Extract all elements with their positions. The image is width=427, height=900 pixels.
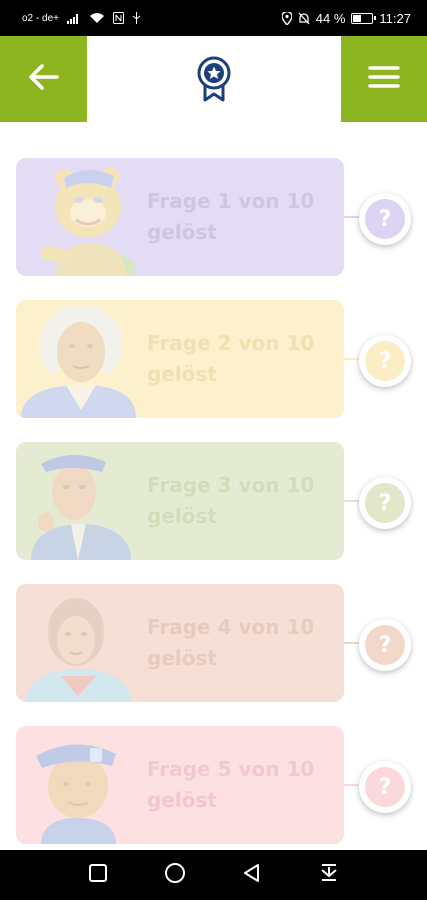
status-bar: o2 - de+ 44 % 11:27 bbox=[0, 0, 427, 36]
status-right: 44 % 11:27 bbox=[281, 10, 411, 26]
mute-bell-icon bbox=[298, 12, 310, 25]
boy-character-avatar bbox=[36, 744, 116, 844]
quiz-status-text: gelöst bbox=[147, 362, 217, 386]
quiz-card-label: Frage 3 von 10 gelöst bbox=[147, 470, 337, 532]
quiz-card[interactable]: Frage 2 von 10 gelöst bbox=[16, 300, 344, 418]
question-mark-icon: ? bbox=[365, 483, 405, 523]
square-icon bbox=[89, 864, 108, 886]
notification-pull-button[interactable] bbox=[309, 855, 349, 895]
quiz-card[interactable]: Frage 5 von 10 gelöst bbox=[16, 726, 344, 844]
award-logo bbox=[196, 56, 232, 106]
system-nav-bar bbox=[0, 850, 427, 900]
usb-icon bbox=[132, 12, 141, 24]
quiz-progress-text: Frage 2 von 10 bbox=[147, 331, 315, 355]
quiz-card-label: Frage 4 von 10 gelöst bbox=[147, 612, 337, 674]
pull-down-icon bbox=[319, 863, 339, 887]
recents-button[interactable] bbox=[78, 855, 118, 895]
signal-icon bbox=[66, 13, 81, 24]
clock: 11:27 bbox=[379, 10, 411, 26]
quiz-status-text: gelöst bbox=[147, 788, 217, 812]
app-header bbox=[0, 36, 427, 122]
system-back-button[interactable] bbox=[232, 855, 272, 895]
circle-icon bbox=[164, 862, 186, 888]
home-button[interactable] bbox=[155, 855, 195, 895]
nfc-icon bbox=[112, 12, 124, 24]
quiz-status-text: gelöst bbox=[147, 504, 217, 528]
question-badge[interactable]: ? bbox=[359, 477, 411, 529]
question-badge[interactable]: ? bbox=[359, 335, 411, 387]
triangle-back-icon bbox=[242, 863, 262, 887]
quiz-card[interactable]: Frage 4 von 10 gelöst bbox=[16, 584, 344, 702]
quiz-list: Frage 1 von 10 gelöst ? Frage 2 von 10 g… bbox=[0, 122, 427, 850]
question-mark-icon: ? bbox=[365, 341, 405, 381]
battery-fill bbox=[353, 14, 362, 22]
composer-character-avatar bbox=[21, 306, 136, 418]
quiz-status-text: gelöst bbox=[147, 220, 217, 244]
quiz-progress-text: Frage 4 von 10 bbox=[147, 615, 315, 639]
quiz-card[interactable]: Frage 1 von 10 gelöst bbox=[16, 158, 344, 276]
quiz-row-4: Frage 4 von 10 gelöst ? bbox=[0, 584, 427, 704]
hamburger-menu-icon bbox=[368, 65, 400, 93]
award-ribbon-icon bbox=[196, 56, 232, 106]
quiz-row-5: Frage 5 von 10 gelöst ? bbox=[0, 726, 427, 846]
location-icon bbox=[281, 11, 292, 25]
question-badge[interactable]: ? bbox=[359, 619, 411, 671]
quiz-card-label: Frage 5 von 10 gelöst bbox=[147, 754, 337, 816]
quiz-progress-text: Frage 5 von 10 bbox=[147, 757, 315, 781]
question-badge[interactable]: ? bbox=[359, 193, 411, 245]
battery-percent: 44 % bbox=[315, 10, 346, 26]
quiz-progress-text: Frage 1 von 10 bbox=[147, 189, 315, 213]
wifi-icon bbox=[89, 12, 105, 24]
carrier-label: o2 - de+ bbox=[22, 12, 59, 24]
quiz-status-text: gelöst bbox=[147, 646, 217, 670]
quiz-row-1: Frage 1 von 10 gelöst ? bbox=[0, 158, 427, 278]
quiz-row-2: Frage 2 von 10 gelöst ? bbox=[0, 300, 427, 420]
quiz-card[interactable]: Frage 3 von 10 gelöst bbox=[16, 442, 344, 560]
sailor-character-avatar bbox=[31, 454, 131, 560]
quiz-progress-text: Frage 3 von 10 bbox=[147, 473, 315, 497]
question-mark-icon: ? bbox=[365, 767, 405, 807]
lion-character-avatar bbox=[41, 167, 136, 276]
question-mark-icon: ? bbox=[365, 199, 405, 239]
question-badge[interactable]: ? bbox=[359, 761, 411, 813]
back-button[interactable] bbox=[0, 36, 87, 122]
quiz-row-3: Frage 3 von 10 gelöst ? bbox=[0, 442, 427, 562]
quiz-card-label: Frage 1 von 10 gelöst bbox=[147, 186, 337, 248]
menu-button[interactable] bbox=[341, 36, 427, 122]
arrow-left-icon bbox=[28, 64, 59, 94]
question-mark-icon: ? bbox=[365, 625, 405, 665]
woman-character-avatar bbox=[26, 598, 131, 702]
battery-icon bbox=[351, 12, 377, 24]
status-left: o2 - de+ bbox=[22, 12, 141, 24]
quiz-card-label: Frage 2 von 10 gelöst bbox=[147, 328, 337, 390]
